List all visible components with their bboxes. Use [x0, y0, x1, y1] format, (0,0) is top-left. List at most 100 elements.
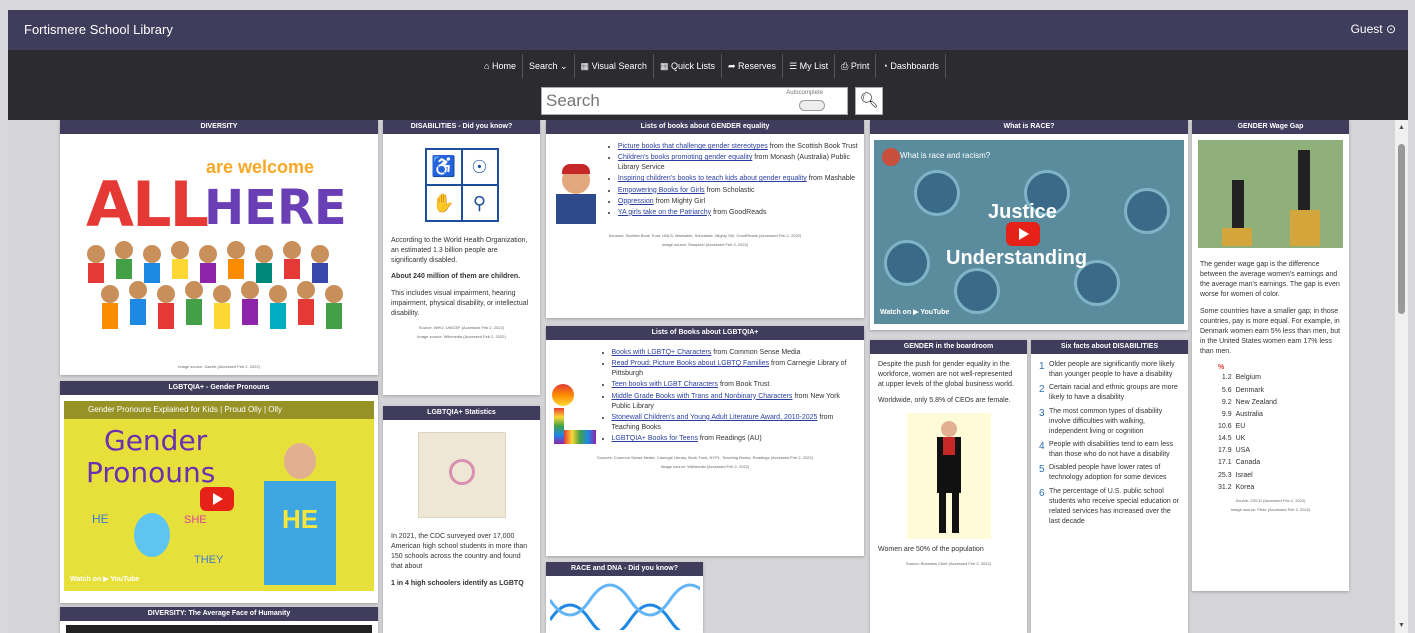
scroll-down-icon[interactable]: ▼: [1398, 622, 1405, 629]
gender-books-list: Picture books that challenge gender ster…: [608, 142, 858, 226]
pronouns-video-player[interactable]: Gender Pronouns Explained for Kids | Pro…: [64, 401, 374, 591]
book-list-item: Oppression from Mighty Girl: [618, 197, 858, 207]
book-list-link[interactable]: Teen books with LGBT Characters: [612, 381, 718, 388]
book-list-item: Teen books with LGBT Characters from Boo…: [612, 380, 858, 390]
table-row: 10.6 EU: [1218, 422, 1281, 434]
watch-on-youtube[interactable]: Watch on ▶ YouTube: [70, 575, 139, 585]
search-button[interactable]: 🔍︎: [855, 87, 883, 115]
fact-number: 4: [1039, 440, 1045, 452]
wage-gap-country: Denmark: [1235, 386, 1265, 394]
scrollbar-thumb[interactable]: [1398, 144, 1405, 314]
book-list-link[interactable]: Empowering Books for Girls: [618, 187, 705, 194]
panel-title: Lists of books about GENDER equality: [546, 120, 864, 134]
wage-image-source: Image source: Flickr (Accessed Feb 2, 20…: [1230, 506, 1311, 512]
book-list-item: Picture books that challenge gender ster…: [618, 142, 858, 152]
transgender-symbol-image: [417, 432, 506, 518]
wage-gap-value: 1.2: [1221, 374, 1232, 382]
diversity-poster-image: ALL are welcome HERE: [66, 140, 372, 358]
video-she-label: SHE: [184, 514, 207, 526]
user-menu[interactable]: Guest ⊙: [1351, 22, 1396, 36]
site-title[interactable]: Fortismere School Library: [24, 22, 173, 37]
businesswoman-image: [906, 412, 991, 539]
book-list-link[interactable]: Oppression: [618, 198, 654, 205]
fact-text: The most common types of disability invo…: [1049, 407, 1163, 435]
transgender-symbol-icon: [448, 459, 475, 485]
race-video-player[interactable]: What is race and racism? Justice Underst…: [874, 140, 1184, 324]
panel-gender-books: Lists of books about GENDER equality Pic…: [546, 120, 864, 318]
panel-title: LGBTQIA+ - Gender Pronouns: [60, 381, 378, 395]
image-source: Image source: Zazzle (Accessed Feb 2, 20…: [178, 364, 260, 369]
wage-gap-value: 17.1: [1218, 459, 1232, 467]
panel-title: DIVERSITY: The Average Face of Humanity: [60, 607, 378, 621]
nav-item-home[interactable]: ⌂ Home: [478, 54, 523, 78]
book-list-link[interactable]: Middle Grade Books with Trans and Nonbin…: [612, 393, 793, 400]
table-row: 5.6 Denmark: [1218, 386, 1281, 398]
fact-text: The percentage of U.S. public school stu…: [1049, 487, 1179, 525]
nav-item-reserves[interactable]: ➦ Reserves: [722, 54, 784, 78]
quick-lists-icon: ▦: [659, 61, 669, 71]
wage-gap-value: 31.2: [1218, 483, 1232, 491]
autocomplete-label: Autocomplete: [786, 90, 823, 96]
panel-lgbtqia-books: Lists of Books about LGBTQIA+ Books with…: [546, 326, 864, 556]
panel-diversity-average-face: DIVERSITY: The Average Face of Humanity: [60, 607, 378, 633]
disabilities-source: Source: WHO, UNICEF (Accessed Feb 2, 202…: [418, 324, 505, 330]
disabilities-paragraph-1: According to the World Health Organizati…: [391, 237, 528, 265]
fact-item: 1 Older people are significantly more lik…: [1039, 360, 1180, 380]
book-list-link[interactable]: Picture books that challenge gender ster…: [618, 143, 768, 150]
nav-item-quick-lists[interactable]: ▦ Quick Lists: [654, 54, 722, 78]
nav-item-print[interactable]: ⎙ Print: [835, 54, 877, 78]
table-row: 9.9 Australia: [1218, 410, 1281, 422]
book-list-link[interactable]: Books with LGBTQ+ Characters: [612, 349, 712, 356]
book-list-source: from Mighty Girl: [653, 197, 706, 205]
boardroom-paragraph-1: Despite the push for gender equality in …: [878, 361, 1014, 389]
book-list-link[interactable]: Children's books promoting gender equali…: [618, 154, 752, 161]
fact-item: 4 People with disabilities tend to earn l…: [1039, 440, 1180, 460]
scroll-up-icon[interactable]: ▲: [1398, 124, 1405, 131]
search-input[interactable]: [542, 88, 772, 114]
wage-gap-country: UK: [1235, 435, 1246, 443]
nav-item-dashboards[interactable]: ◔ Dashboards: [876, 54, 946, 78]
book-list-link[interactable]: YA girls take on the Patriarchy: [618, 209, 711, 216]
stats-paragraph-1: In 2021, the CDC surveyed over 17,000 Am…: [391, 533, 528, 571]
book-list-link[interactable]: Read Proud: Picture Books about LGBTQ Fa…: [612, 360, 770, 367]
wage-source: Source: OECD (Accessed Feb 2, 2022): [1235, 497, 1306, 503]
rosie-riveter-image: [552, 162, 600, 226]
average-face-image: [66, 625, 372, 633]
panel-title: What is RACE?: [870, 120, 1188, 134]
wage-gap-value: 9.9: [1221, 410, 1232, 418]
blind-person-icon: ⚲: [462, 186, 497, 220]
wage-paragraph-1: The gender wage gap is the difference be…: [1200, 261, 1340, 299]
panel-title: DIVERSITY: [60, 120, 378, 134]
wage-gap-value: 17.9: [1218, 447, 1232, 455]
watch-on-youtube[interactable]: Watch on ▶ YouTube: [880, 308, 949, 318]
autocomplete-toggle[interactable]: [799, 100, 825, 111]
fact-text: Certain racial and ethnic groups are mor…: [1049, 384, 1178, 402]
vertical-scrollbar[interactable]: ▲ ▼: [1395, 120, 1408, 633]
nav-item-search[interactable]: Search ⌄: [523, 54, 575, 78]
nav-item-my-list[interactable]: ☰ My List: [783, 54, 836, 78]
nav-item-visual-search[interactable]: ▦ Visual Search: [575, 54, 654, 78]
book-list-link[interactable]: LGBTQIA+ Books for Teens: [612, 435, 698, 442]
video-title[interactable]: What is race and racism?: [900, 150, 990, 162]
wage-gap-country: EU: [1235, 422, 1246, 430]
book-list-source: from Common Sense Media: [711, 349, 801, 356]
panel-title: GENDER Wage Gap: [1192, 120, 1349, 134]
book-list-link[interactable]: Stonewall Children's and Young Adult Lit…: [612, 414, 818, 421]
video-title[interactable]: Gender Pronouns Explained for Kids | Pro…: [64, 401, 374, 419]
book-list-item: Books with LGBTQ+ Characters from Common…: [612, 348, 858, 358]
nav-item-label: Home: [491, 61, 516, 71]
panel-title: RACE and DNA - Did you know?: [546, 562, 703, 576]
shirt-text: HE: [281, 504, 319, 534]
search-icon: 🔍︎: [859, 92, 879, 109]
play-button[interactable]: [200, 487, 234, 511]
top-header-bar: Fortismere School Library Guest ⊙: [8, 10, 1408, 50]
book-list-source: from GoodReads: [711, 208, 767, 216]
wage-gap-value: 9.2: [1221, 398, 1232, 406]
panel-lgbtqia-statistics: LGBTQIA+ Statistics In 2021, the CDC sur…: [383, 406, 540, 633]
search-box: Autocomplete: [541, 87, 848, 115]
book-list-link[interactable]: Inspiring children's books to teach kids…: [618, 175, 807, 182]
book-list-item: Read Proud: Picture Books about LGBTQ Fa…: [612, 359, 858, 379]
disability-symbols-image: ♿ ☉ ✋ ⚲: [424, 148, 499, 222]
play-button[interactable]: [1006, 222, 1040, 246]
boardroom-paragraph-3: Women are 50% of the population: [878, 545, 984, 553]
